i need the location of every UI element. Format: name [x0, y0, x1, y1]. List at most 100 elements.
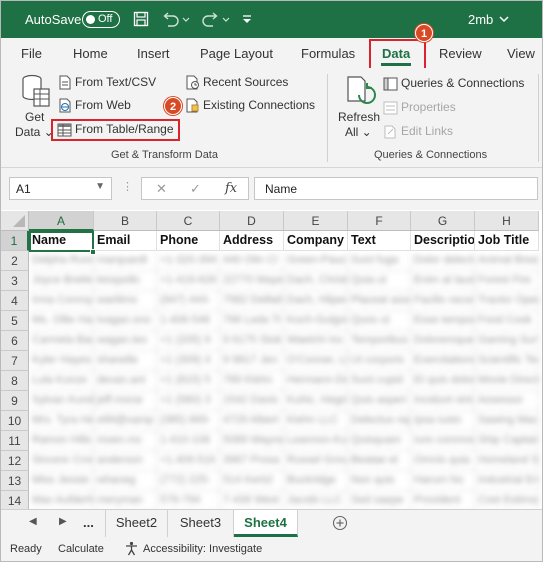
sheet-tab-sheet4[interactable]: Sheet4 — [234, 510, 298, 537]
table-cell[interactable]: Et quis dolor — [411, 371, 475, 391]
column-header-b[interactable]: B — [94, 211, 157, 231]
table-cell[interactable]: Irma Conroy — [29, 291, 94, 311]
chevron-down-icon[interactable] — [498, 13, 510, 25]
table-cell[interactable]: anderson — [94, 451, 157, 471]
table-cell[interactable]: 9 9817 Jen — [220, 351, 284, 371]
table-cell[interactable]: Exercitationem — [411, 351, 475, 371]
tab-page-layout[interactable]: Page Layout — [200, 46, 273, 61]
header-cell[interactable]: Address — [220, 231, 284, 251]
sheet-tab-sheet3[interactable]: Sheet3 — [168, 510, 234, 537]
table-cell[interactable]: Placeat assum — [348, 291, 411, 311]
table-cell[interactable]: Green-Paucek — [284, 251, 348, 271]
table-cell[interactable]: Sed saepe — [348, 491, 411, 509]
table-cell[interactable]: Sunt cupid — [348, 371, 411, 391]
table-cell[interactable]: Incidunt sint — [411, 391, 475, 411]
table-cell[interactable]: wagan.leo — [94, 331, 157, 351]
table-cell[interactable]: Enim at laudantium — [411, 271, 475, 291]
row-header-4[interactable]: 4 — [1, 291, 29, 311]
row-header-12[interactable]: 12 — [1, 451, 29, 471]
table-cell[interactable]: 514 Kertzl — [220, 471, 284, 491]
table-cell[interactable]: Ramon Hills — [29, 431, 94, 451]
table-cell[interactable]: Harum hic — [411, 471, 475, 491]
tab-formulas[interactable]: Formulas — [301, 46, 355, 61]
table-cell[interactable]: Movie Director — [475, 371, 539, 391]
tab-view[interactable]: View — [507, 46, 535, 61]
scroll-left-icon[interactable]: ◀ — [29, 516, 37, 527]
queries-connections-button[interactable]: Queries & Connections — [383, 76, 524, 91]
table-cell[interactable]: Sylvan Kunde — [29, 391, 94, 411]
table-cell[interactable]: Delpha Runolfsdottir — [29, 251, 94, 271]
save-icon[interactable] — [133, 11, 149, 27]
from-web-button[interactable]: From Web — [58, 98, 131, 113]
edit-links-button[interactable]: Edit Links — [383, 124, 453, 139]
table-cell[interactable]: Industrial Engineer — [475, 471, 539, 491]
table-cell[interactable]: Quos ut — [348, 311, 411, 331]
table-cell[interactable]: Carmela Baumbach — [29, 331, 94, 351]
table-cell[interactable]: Joyce Brekke — [29, 271, 94, 291]
refresh-all-button[interactable]: All ⌄ — [345, 125, 372, 139]
properties-button[interactable]: Properties — [383, 100, 456, 115]
fill-handle[interactable] — [90, 249, 96, 255]
redo-dropdown-icon[interactable] — [222, 11, 230, 27]
row-header-11[interactable]: 11 — [1, 431, 29, 451]
table-cell[interactable]: Temporibus — [348, 331, 411, 351]
table-cell[interactable]: jeff.morar — [94, 391, 157, 411]
table-cell[interactable]: 22770 Mayer — [220, 271, 284, 291]
get-data-button[interactable]: Data ⌄ — [15, 125, 54, 139]
autosave-toggle[interactable]: Off — [82, 11, 120, 28]
table-cell[interactable]: Quia ut — [348, 271, 411, 291]
table-cell[interactable]: +1 (309) 4 — [157, 351, 220, 371]
row-header-10[interactable]: 10 — [1, 411, 29, 431]
column-header-f[interactable]: F — [348, 211, 411, 231]
table-cell[interactable]: Jacobi LLC — [284, 491, 348, 509]
table-cell[interactable]: Sincere Crona — [29, 451, 94, 471]
row-header-9[interactable]: 9 — [1, 391, 29, 411]
table-cell[interactable]: Delectus rep — [348, 411, 411, 431]
table-cell[interactable]: 3967 Prosa — [220, 451, 284, 471]
header-cell[interactable]: Text — [348, 231, 411, 251]
table-cell[interactable]: O'Conner, Lind — [284, 351, 348, 371]
column-header-h[interactable]: H — [475, 211, 539, 231]
table-cell[interactable]: marquardt — [94, 251, 157, 271]
table-cell[interactable]: whaneg — [94, 471, 157, 491]
table-cell[interactable]: 579-794 — [157, 491, 220, 509]
row-header-14[interactable]: 14 — [1, 491, 29, 509]
status-accessibility[interactable]: Accessibility: Investigate — [143, 543, 262, 555]
table-cell[interactable]: Russel Group — [284, 451, 348, 471]
table-cell[interactable]: Non quis — [348, 471, 411, 491]
table-cell[interactable]: Provident — [411, 491, 475, 509]
scroll-right-icon[interactable]: ▶ — [59, 516, 67, 527]
table-cell[interactable]: 1542 Davis — [220, 391, 284, 411]
refresh-all-icon[interactable] — [345, 75, 377, 107]
column-header-g[interactable]: G — [411, 211, 475, 231]
table-cell[interactable]: 7-439 West — [220, 491, 284, 509]
row-header-3[interactable]: 3 — [1, 271, 29, 291]
table-cell[interactable]: +1-419-626 — [157, 271, 220, 291]
table-cell[interactable]: e89@xamp — [94, 411, 157, 431]
table-cell[interactable]: +1 (580) 3 — [157, 391, 220, 411]
table-cell[interactable]: Kiehn LLC — [284, 411, 348, 431]
table-cell[interactable]: (385) 669- — [157, 411, 220, 431]
table-cell[interactable]: Omnis quia — [411, 451, 475, 471]
table-cell[interactable]: Leannon-Kub — [284, 431, 348, 451]
table-cell[interactable]: lesspollo — [94, 271, 157, 291]
table-cell[interactable]: 1-410-106 — [157, 431, 220, 451]
table-cell[interactable]: Kyler Hayes — [29, 351, 94, 371]
table-cell[interactable]: 5089 Wayne — [220, 431, 284, 451]
table-cell[interactable]: Dach, Hilpert — [284, 291, 348, 311]
header-cell[interactable]: Description — [411, 231, 475, 251]
refresh-label-1[interactable]: Refresh — [338, 110, 380, 124]
row-header-7[interactable]: 7 — [1, 351, 29, 371]
table-cell[interactable]: Assessor — [475, 391, 539, 411]
table-cell[interactable]: Forest Fire — [475, 271, 539, 291]
table-cell[interactable]: +1 (815) 5 — [157, 371, 220, 391]
table-cell[interactable]: Sunt fuga — [348, 251, 411, 271]
table-cell[interactable]: meryman — [94, 491, 157, 509]
row-header-13[interactable]: 13 — [1, 471, 29, 491]
row-header-6[interactable]: 6 — [1, 331, 29, 351]
existing-connections-button[interactable]: Existing Connections — [185, 98, 315, 113]
enter-icon[interactable]: ✓ — [190, 181, 201, 197]
status-calculate[interactable]: Calculate — [58, 543, 104, 555]
add-sheet-icon[interactable] — [332, 515, 348, 531]
workbook-filename[interactable]: 2mb — [468, 12, 493, 27]
